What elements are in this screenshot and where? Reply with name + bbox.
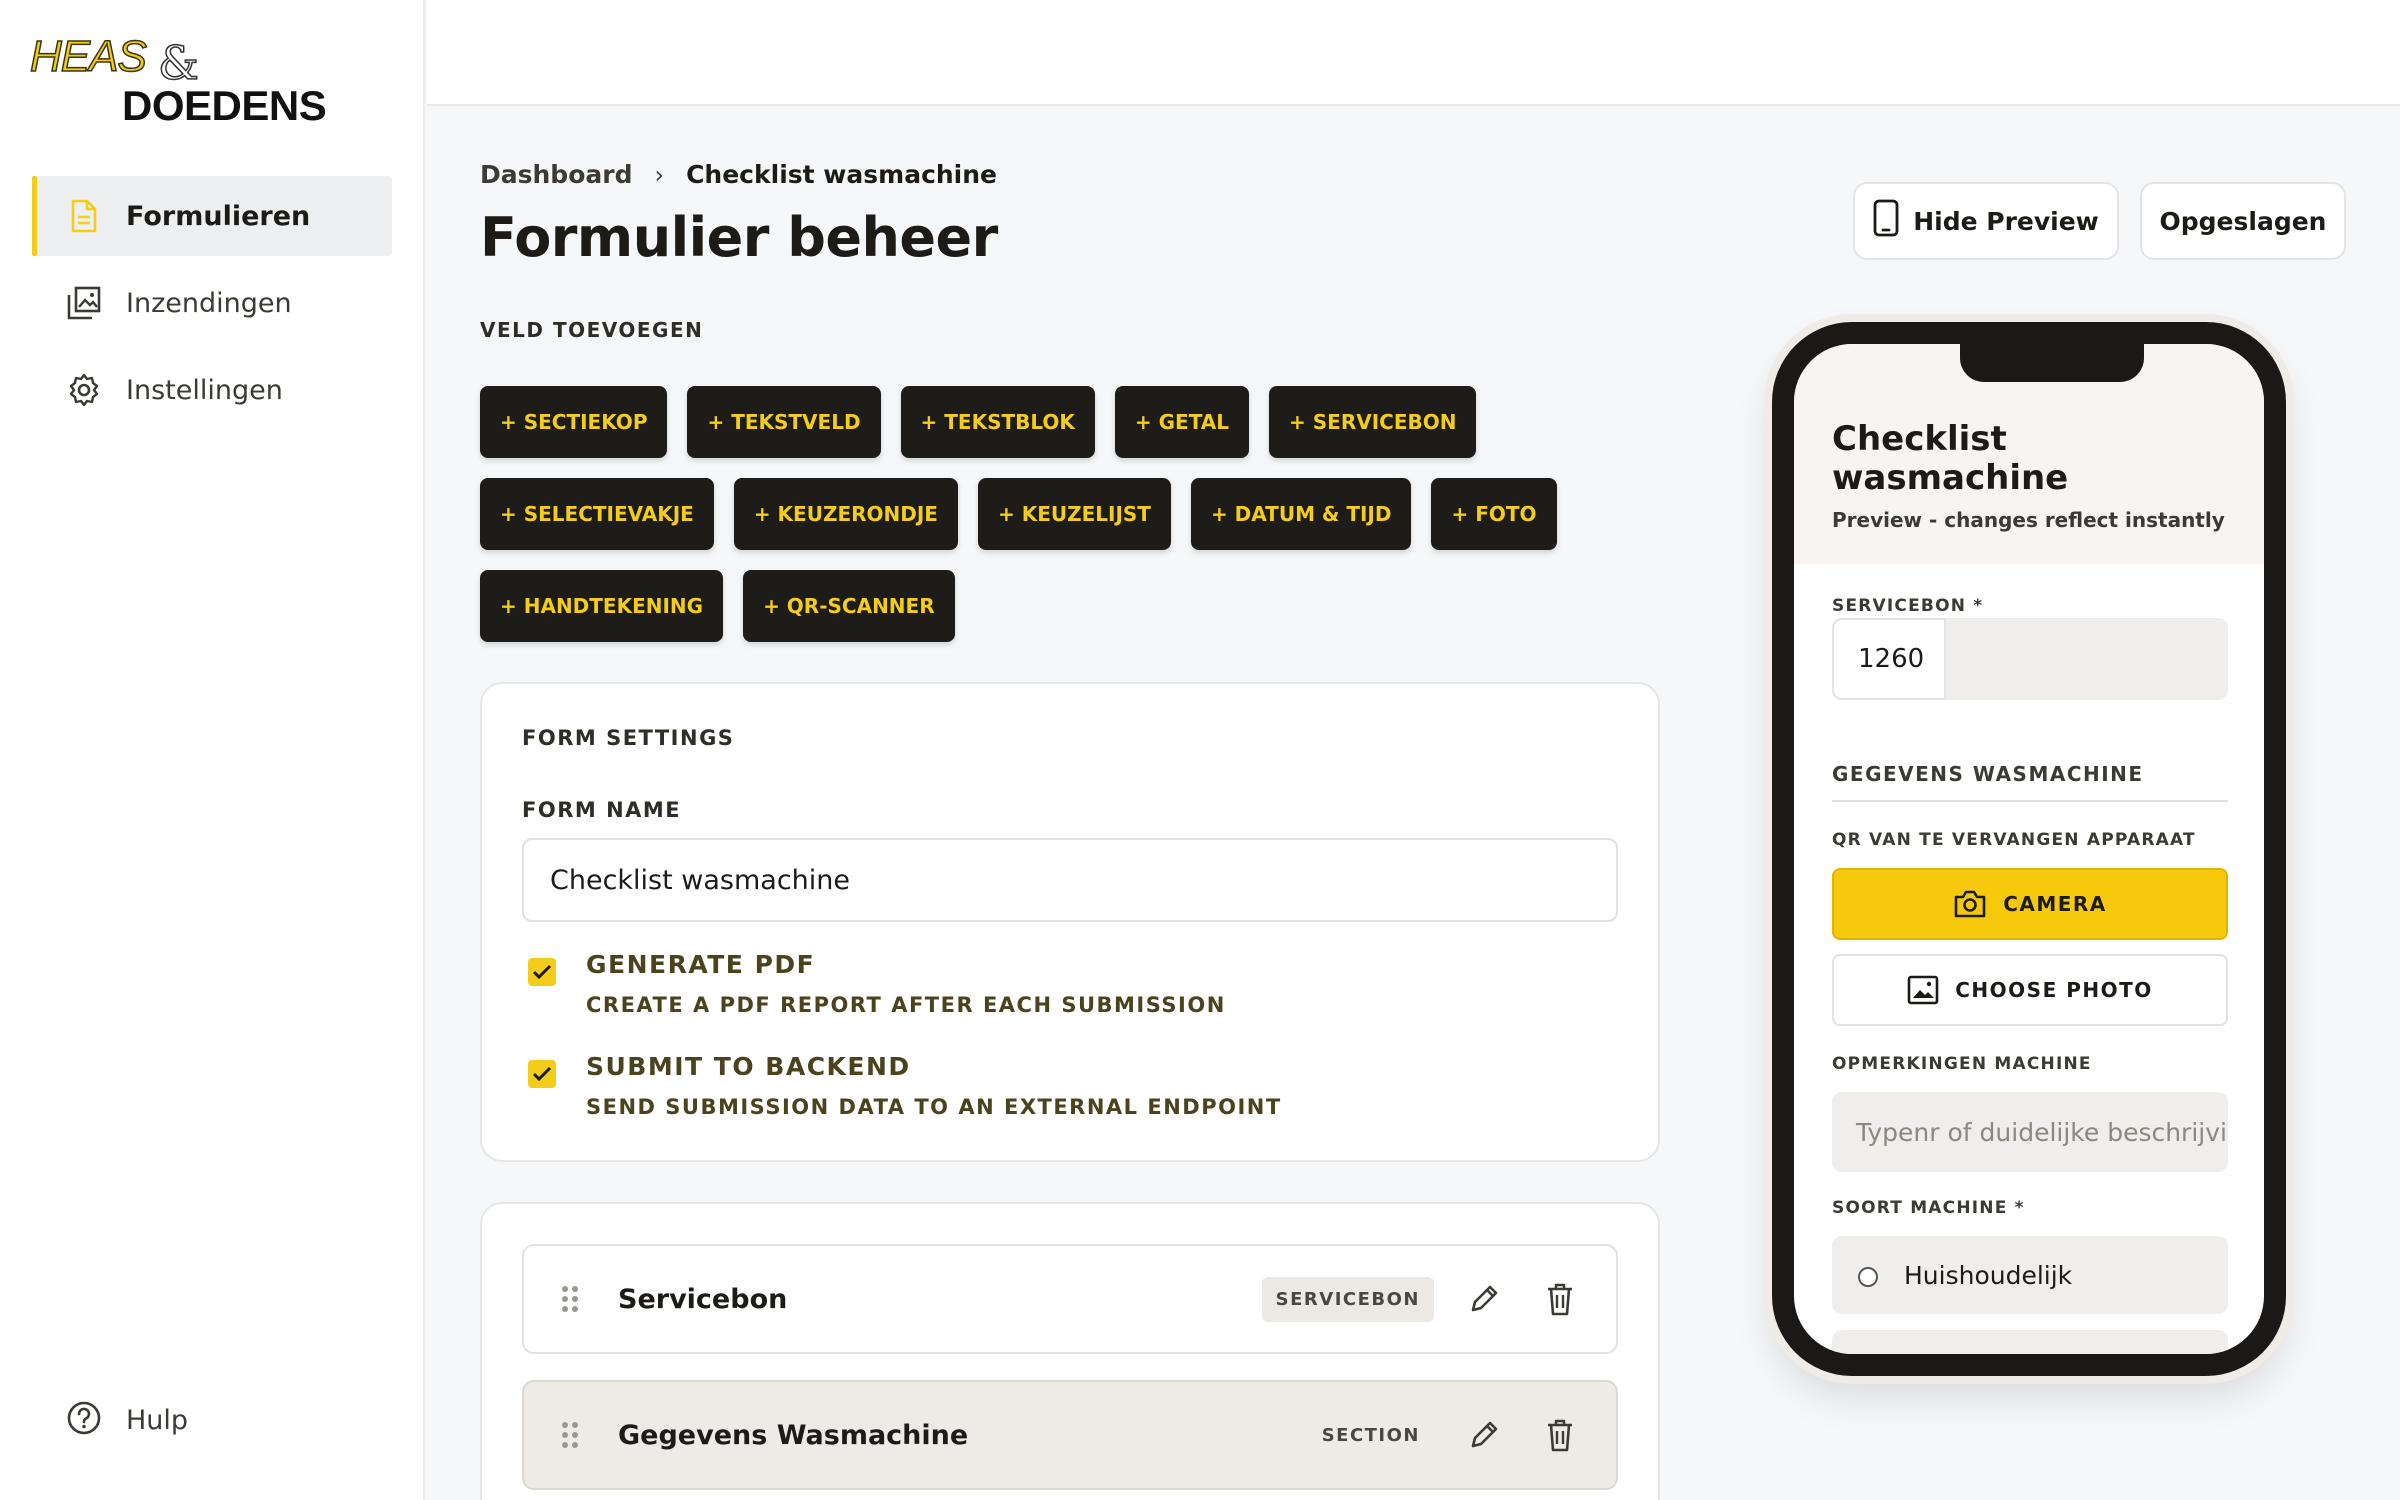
chip-row: + SECTIEKOP + TEKSTVELD + TEKSTBLOK + GE…	[480, 386, 1660, 458]
preview-remarks-input[interactable]: Typenr of duidelijke beschrijving	[1832, 1092, 2228, 1172]
add-keuzerondje-button[interactable]: + KEUZERONDJE	[733, 478, 958, 550]
form-settings-card: FORM SETTINGS FORM NAME GENERATE PDF CRE…	[480, 682, 1660, 1162]
preview-subtitle: Preview - changes reflect instantly	[1832, 508, 2225, 532]
hide-preview-button[interactable]: Hide Preview	[1853, 182, 2119, 260]
camera-icon	[1953, 889, 1987, 919]
chip-row: + SELECTIEVAKJE + KEUZERONDJE + KEUZELIJ…	[480, 478, 1660, 550]
add-sectiekop-button[interactable]: + SECTIEKOP	[480, 386, 668, 458]
preview-radio-option[interactable]: Huishoudelijk	[1832, 1236, 2228, 1314]
help-link[interactable]: Hulp	[66, 1400, 188, 1440]
add-foto-button[interactable]: + FOTO	[1431, 478, 1557, 550]
preview-servicebon-value: 1260	[1832, 618, 1946, 700]
add-qr-scanner-button[interactable]: + QR-SCANNER	[743, 570, 955, 642]
hide-preview-label: Hide Preview	[1913, 206, 2099, 236]
checkmark-icon	[532, 964, 552, 980]
preview-choose-photo-button[interactable]: CHOOSE PHOTO	[1832, 954, 2228, 1026]
field-type-palette: + SECTIEKOP + TEKSTVELD + TEKSTBLOK + GE…	[480, 386, 1660, 662]
form-settings-heading: FORM SETTINGS	[522, 726, 735, 750]
breadcrumb-dashboard[interactable]: Dashboard	[480, 160, 632, 189]
submit-backend-description: SEND SUBMISSION DATA TO AN EXTERNAL ENDP…	[586, 1095, 1282, 1119]
radio-circle[interactable]	[1858, 1267, 1878, 1287]
form-fields-card: Servicebon SERVICEBON Gegevens Wasmachin…	[480, 1202, 1660, 1500]
field-row[interactable]: Gegevens Wasmachine SECTION	[522, 1380, 1618, 1490]
add-field-heading: VELD TOEVOEGEN	[480, 318, 704, 342]
preview-camera-button[interactable]: CAMERA	[1832, 868, 2228, 940]
add-servicebon-button[interactable]: + SERVICEBON	[1269, 386, 1477, 458]
add-getal-button[interactable]: + GETAL	[1114, 386, 1250, 458]
preview-remarks-label: OPMERKINGEN MACHINE	[1832, 1054, 2092, 1074]
gallery-icon	[66, 285, 102, 321]
sidebar-item-formulieren[interactable]: Formulieren	[32, 176, 392, 256]
form-name-label: FORM NAME	[522, 798, 682, 822]
preview-servicebon-label: SERVICEBON *	[1832, 596, 1984, 616]
pencil-icon[interactable]	[1464, 1279, 1504, 1319]
sidebar-item-instellingen[interactable]: Instellingen	[32, 350, 392, 430]
preview-choose-photo-label: CHOOSE PHOTO	[1955, 978, 2153, 1002]
preview-qr-label: QR VAN TE VERVANGEN APPARAAT	[1832, 830, 2196, 850]
submit-backend-checkbox[interactable]	[528, 1060, 556, 1088]
checkmark-icon	[532, 1066, 552, 1082]
add-keuzelijst-button[interactable]: + KEUZELIJST	[977, 478, 1171, 550]
field-type-badge: SERVICEBON	[1261, 1276, 1434, 1322]
preview-camera-label: CAMERA	[2003, 892, 2107, 916]
breadcrumb-current: Checklist wasmachine	[686, 160, 998, 189]
saved-label: Opgeslagen	[2159, 206, 2327, 236]
sidebar-item-label: Inzendingen	[126, 287, 292, 319]
preview-radio-option[interactable]	[1832, 1330, 2228, 1354]
generate-pdf-title: GENERATE PDF	[586, 950, 816, 979]
submit-backend-title: SUBMIT TO BACKEND	[586, 1052, 911, 1081]
sidebar-item-inzendingen[interactable]: Inzendingen	[32, 263, 392, 343]
top-bar	[427, 0, 2400, 106]
preview-section-title: GEGEVENS WASMACHINE	[1832, 762, 2228, 802]
preview-title: Checklist wasmachine	[1832, 419, 2069, 498]
gear-icon	[66, 372, 102, 408]
chip-row: + HANDTEKENING + QR-SCANNER	[480, 570, 1660, 642]
phone-preview: Checklist wasmachine Preview - changes r…	[1772, 322, 2286, 1376]
sidebar-nav: Formulieren Inzendingen Instellingen	[32, 176, 392, 437]
trash-icon[interactable]	[1540, 1415, 1580, 1455]
field-name: Gegevens Wasmachine	[618, 1419, 969, 1451]
form-name-input[interactable]	[522, 838, 1618, 922]
add-handtekening-button[interactable]: + HANDTEKENING	[480, 570, 724, 642]
preview-radio-label: Huishoudelijk	[1904, 1260, 2073, 1290]
submit-backend-option[interactable]: SUBMIT TO BACKEND SEND SUBMISSION DATA T…	[528, 1052, 1282, 1119]
saved-button[interactable]: Opgeslagen	[2140, 182, 2346, 260]
generate-pdf-option[interactable]: GENERATE PDF CREATE A PDF REPORT AFTER E…	[528, 950, 1226, 1017]
sidebar-item-label: Instellingen	[126, 374, 283, 406]
page-title: Formulier beheer	[480, 206, 998, 269]
field-type-badge: SECTION	[1321, 1424, 1420, 1446]
add-selectievakje-button[interactable]: + SELECTIEVAKJE	[480, 478, 714, 550]
sidebar-item-label: Formulieren	[126, 200, 311, 232]
drag-handle-icon[interactable]	[560, 1420, 600, 1450]
breadcrumb: Dashboard › Checklist wasmachine	[480, 160, 997, 189]
phone-notch	[1960, 344, 2144, 382]
drag-handle-icon[interactable]	[560, 1284, 600, 1314]
document-icon	[66, 198, 102, 234]
preview-machine-type-label: SOORT MACHINE *	[1832, 1198, 2025, 1218]
phone-screen: Checklist wasmachine Preview - changes r…	[1794, 344, 2264, 1354]
breadcrumb-separator: ›	[654, 160, 665, 189]
generate-pdf-description: CREATE A PDF REPORT AFTER EACH SUBMISSIO…	[586, 993, 1226, 1017]
generate-pdf-checkbox[interactable]	[528, 958, 556, 986]
add-datum-tijd-button[interactable]: + DATUM & TIJD	[1190, 478, 1412, 550]
logo-text-heas: HEAS	[29, 31, 147, 82]
field-name: Servicebon	[618, 1283, 788, 1315]
logo-text-doedens: DOEDENS	[122, 82, 327, 129]
help-icon	[66, 1400, 102, 1440]
field-row[interactable]: Servicebon SERVICEBON	[522, 1244, 1618, 1354]
sidebar: HEAS & DOEDENS Formulieren Inzendingen I…	[0, 0, 425, 1500]
trash-icon[interactable]	[1540, 1279, 1580, 1319]
pencil-icon[interactable]	[1464, 1415, 1504, 1455]
add-tekstveld-button[interactable]: + TEKSTVELD	[687, 386, 881, 458]
preview-servicebon-input[interactable]: 1260	[1832, 618, 2228, 700]
phone-icon	[1873, 199, 1899, 243]
image-icon	[1907, 975, 1939, 1005]
brand-logo[interactable]: HEAS & DOEDENS	[29, 31, 350, 132]
add-tekstblok-button[interactable]: + TEKSTBLOK	[900, 386, 1095, 458]
help-label: Hulp	[126, 1404, 189, 1436]
